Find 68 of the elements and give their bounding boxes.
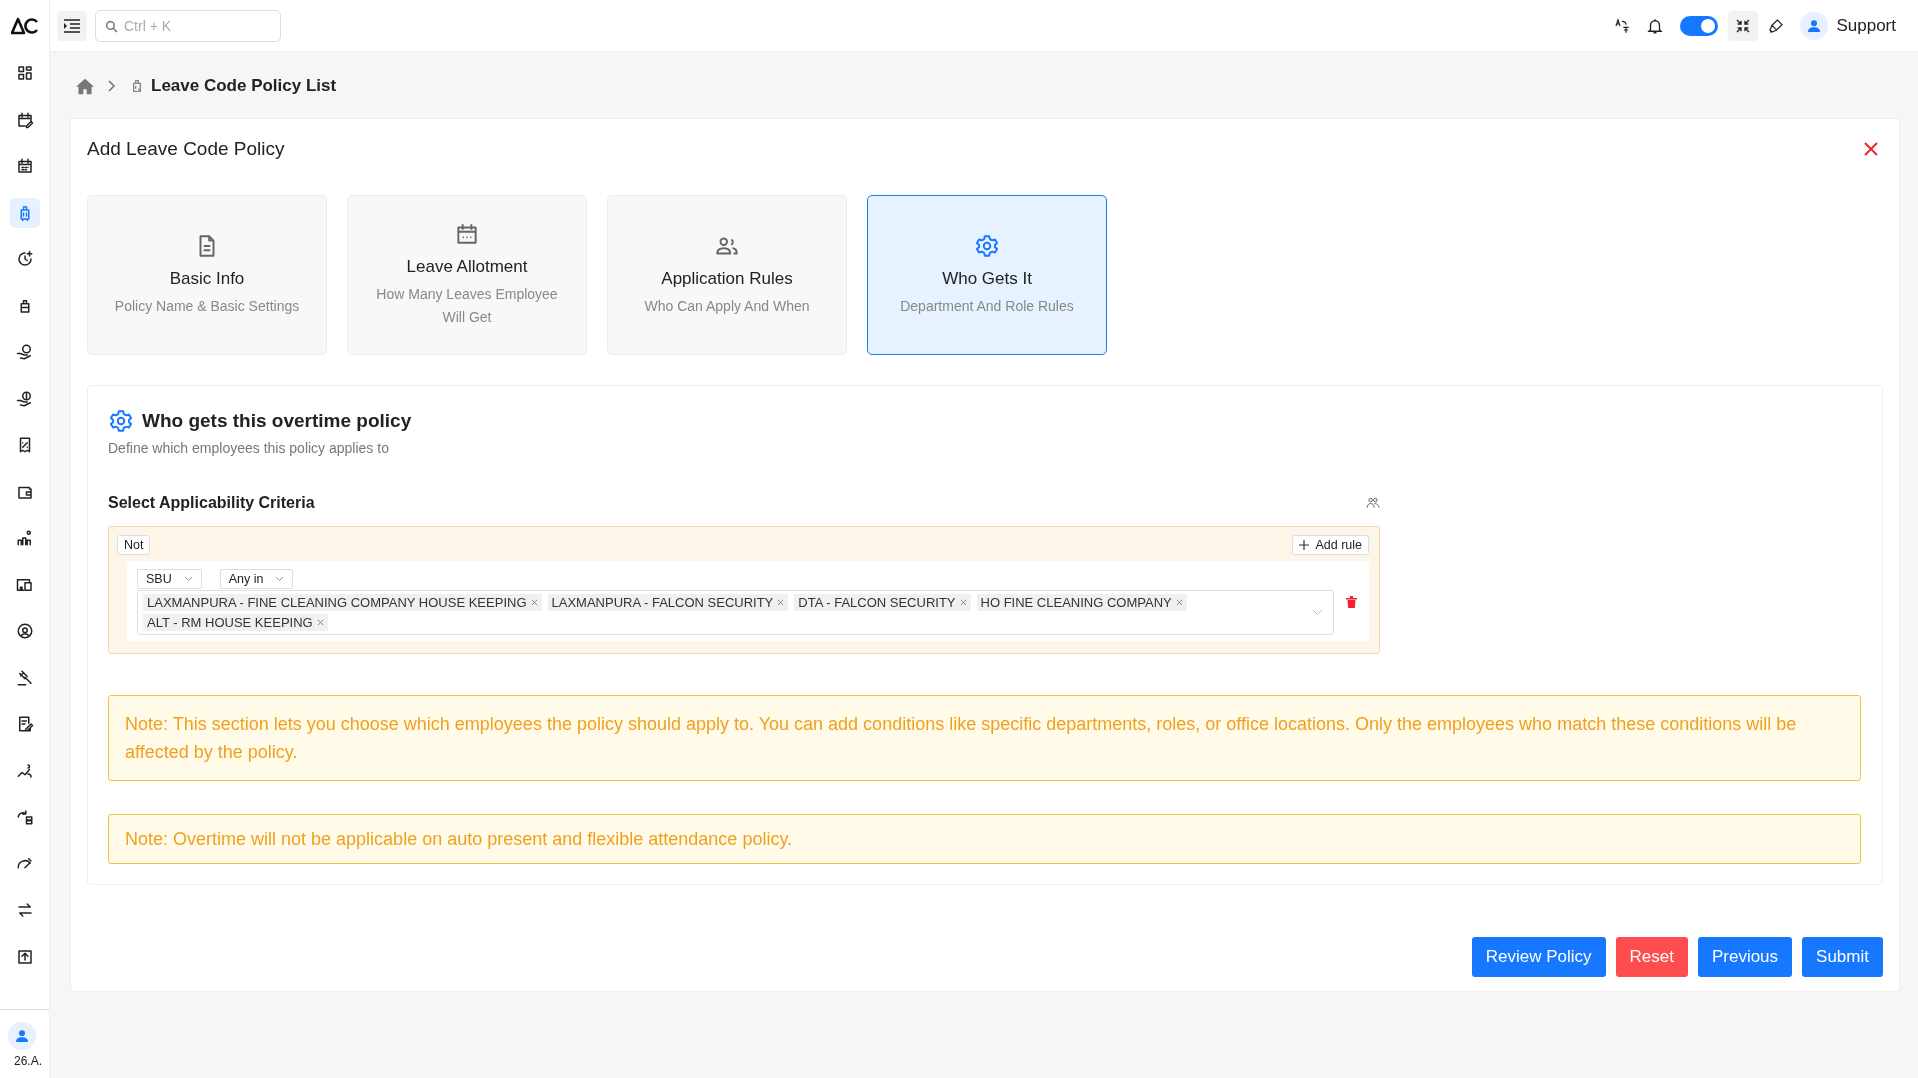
calendar-icon — [15, 157, 34, 175]
tag-label: DTA - FALCON SECURITY — [798, 595, 956, 610]
not-button[interactable]: Not — [117, 535, 151, 555]
step-title: Who Gets It — [942, 268, 1032, 289]
gear-icon — [974, 232, 1000, 259]
calendar-icon — [454, 221, 480, 247]
note-text: Note: Overtime will not be applicable on auto present and flexible attendance policy. — [108, 814, 1861, 864]
remove-icon[interactable] — [316, 619, 324, 626]
user-label: 26.A. — [14, 1054, 43, 1068]
add-rule-button[interactable]: Add rule — [1292, 535, 1369, 555]
field-select[interactable]: SBU — [137, 569, 202, 589]
hand-coin-icon — [15, 343, 34, 361]
step-title: Basic Info — [169, 268, 245, 289]
chevron-down-icon — [275, 576, 285, 582]
step-card[interactable]: Who Gets It Department And Role Rules — [867, 195, 1107, 355]
theme-toggle[interactable] — [1680, 15, 1719, 36]
step-card[interactable]: Application Rules Who Can Apply And When — [607, 195, 847, 355]
step-card[interactable]: Leave Allotment How Many Leaves Employee Will Get — [347, 195, 587, 355]
action-button[interactable]: Review Policy — [1471, 937, 1606, 977]
step-subtitle: How Many Leaves Employee Will Get — [375, 285, 559, 327]
user-avatar[interactable] — [8, 1022, 36, 1050]
step-subtitle: Who Can Apply And When — [644, 296, 810, 316]
upload-box-icon — [15, 947, 34, 966]
action-button[interactable]: Submit — [1802, 937, 1883, 977]
step-card[interactable]: Basic Info Policy Name & Basic Settings — [87, 195, 327, 355]
grid-icon — [15, 64, 34, 82]
gavel-icon — [15, 668, 34, 687]
close-icon — [1863, 141, 1879, 157]
collapse-icon[interactable] — [1728, 10, 1759, 41]
tag-label: ALT - RM HOUSE KEEPING — [147, 615, 313, 630]
tag-label: LAXMANPURA - FALCON SECURITY — [551, 595, 774, 610]
search-icon — [105, 19, 118, 33]
chevron-down-icon — [183, 576, 193, 582]
people-icon[interactable] — [1366, 496, 1380, 510]
home-icon[interactable] — [75, 77, 95, 95]
step-title: Application Rules — [661, 268, 793, 289]
action-button[interactable]: Previous — [1697, 937, 1793, 977]
step-subtitle: Department And Role Rules — [900, 296, 1074, 316]
value-multiselect[interactable]: LAXMANPURA - FINE CLEANING COMPANY HOUSE KEEPING LAXMANPURA - FALCON SECURITY DTA - FALCON SECURITY HO FINE CLEANING COMPANY ALT - RM HOUSE KEEPING — [137, 590, 1334, 635]
calendar-edit-icon — [15, 110, 34, 129]
step-title: Leave Allotment — [406, 257, 528, 277]
breadcrumb-current: Leave Code Policy List — [151, 76, 337, 96]
menu-button[interactable] — [57, 10, 87, 41]
tag-label: LAXMANPURA - FINE CLEANING COMPANY HOUSE KEEPING — [147, 595, 527, 610]
remove-icon[interactable] — [530, 599, 538, 606]
highlighter-icon[interactable] — [1768, 17, 1785, 34]
remove-icon[interactable] — [1175, 599, 1183, 606]
user-avatar[interactable] — [1800, 11, 1829, 40]
gear-icon — [108, 408, 134, 434]
user-name[interactable]: Support — [1836, 15, 1896, 36]
trash-icon[interactable] — [1346, 596, 1357, 608]
section-title: Who gets this overtime policy — [142, 410, 412, 432]
operator-select[interactable]: Any in — [219, 569, 294, 589]
chart-person-icon — [15, 529, 34, 547]
dialog-title: Add Leave Code Policy — [87, 138, 285, 160]
criteria-title: Select Applicability Criteria — [108, 494, 315, 512]
plus-icon — [1299, 540, 1310, 550]
tag-label: HO FINE CLEANING COMPANY — [980, 595, 1172, 610]
remove-icon[interactable] — [777, 599, 785, 606]
section-subtitle: Define which employees this policy applies to — [108, 440, 390, 456]
search-field[interactable]: Ctrl + K — [95, 9, 281, 42]
note-text: Note: This section lets you choose which employees the policy should apply to. You can add conditions like specific departments, roles, or office locations. Only the employees who match these conditions will be affected by the policy. — [108, 695, 1861, 781]
chevron-right-icon — [107, 79, 117, 93]
swap-arrows-icon — [15, 901, 34, 919]
step-subtitle: Policy Name & Basic Settings — [114, 296, 300, 316]
remove-icon[interactable] — [959, 599, 967, 606]
clock-icon — [15, 250, 34, 268]
menu-icon — [63, 18, 81, 33]
